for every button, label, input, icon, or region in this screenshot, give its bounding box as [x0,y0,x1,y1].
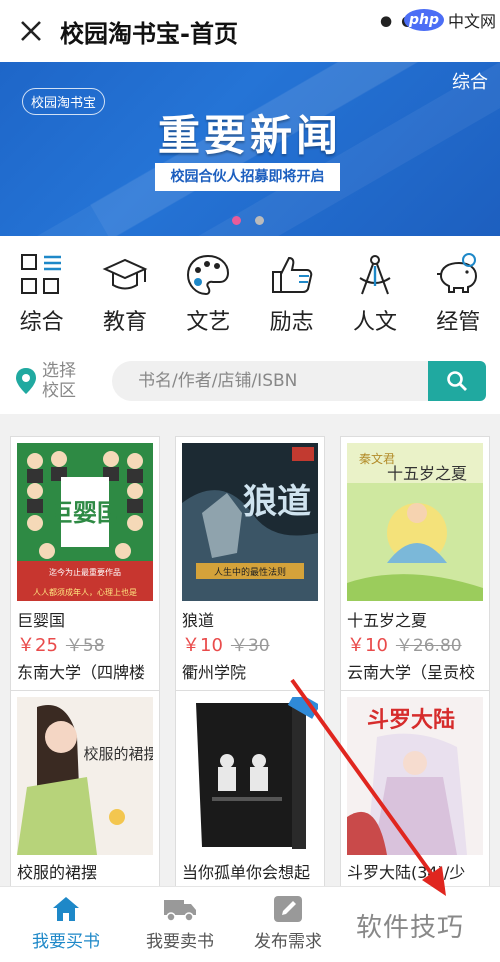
book-title: 十五岁之夏 [347,611,428,630]
cover-title: 十五岁之夏 [387,464,467,483]
thumbs-up-icon [271,256,312,293]
book-grid: 巨婴国 迄今为止最重要作品 人人都须成年人，心理上也是 巨婴国 ￥25 ￥58 东… [0,424,500,890]
location-pin-icon [16,368,36,394]
book-card[interactable]: 狼道 人生中的最性法则 狼道 ￥10 ￥30 衢州学院 [175,436,325,692]
search-button[interactable] [428,361,486,401]
book-original-price: ￥58 [65,636,105,656]
book-cover-image [182,697,318,855]
book-card[interactable]: 当你孤单你会想起 [175,690,325,890]
watermark-badge: php [403,9,444,31]
carousel-dot[interactable] [255,216,264,225]
category-label: 励志 [269,310,314,335]
book-original-price: ￥26.80 [395,636,462,656]
graduation-cap-icon [102,258,148,290]
search-icon [447,371,467,391]
book-prices: ￥10 ￥26.80 [347,631,462,657]
book-title: 巨婴国 [17,611,66,630]
close-button[interactable] [0,0,62,62]
compass-icon [359,255,391,295]
nav-label: 发布需求 [254,932,322,952]
nav-sell-books[interactable]: 我要卖书 [130,895,230,952]
book-price: ￥25 [17,635,58,656]
category-item-jiaoyu[interactable]: 教育 [83,252,166,342]
close-icon [21,21,41,41]
banner-headline: 重要新闻 [157,111,342,160]
category-item-jingguan[interactable]: 经管 [417,252,500,342]
title-bar: 校园淘书宝-首页 ••• php 中文网 [0,0,500,62]
book-cover-image: 狼道 人生中的最性法则 [182,443,318,601]
page-title: 校园淘书宝-首页 [60,19,238,48]
bottom-navigation: 我要买书 我要卖书 发布需求 软件技巧 [0,886,500,962]
home-icon [53,897,79,921]
cover-title: 狼道 [243,482,311,522]
watermark-logo: php 中文网 [403,8,496,32]
book-cover-image: 斗罗大陆 [347,697,483,855]
category-label: 文艺 [186,310,231,335]
nav-post-request[interactable]: 发布需求 [238,895,338,952]
grid-list-icon [20,254,61,294]
book-cover-image: 巨婴国 迄今为止最重要作品 人人都须成年人，心理上也是 [17,443,153,601]
carousel-dots [232,216,264,225]
book-card[interactable]: 秦文君 十五岁之夏 十五岁之夏 ￥10 ￥26.80 云南大学（呈贡校 [340,436,490,692]
category-label: 教育 [102,310,147,335]
search-row: 选择校区 书名/作者/店铺/ISBN [0,352,500,410]
watermark-text: 中文网 [447,12,496,31]
cover-title: 斗罗大陆 [367,708,455,733]
category-label: 人文 [352,310,397,335]
book-school: 衢州学院 [182,663,247,682]
banner-subline: 校园合伙人招募即将开启 [155,163,340,191]
book-cover-image: 秦文君 十五岁之夏 [347,443,483,601]
edit-icon [274,896,302,922]
promo-banner[interactable]: 校园淘书宝 综合 重要新闻 校园合伙人招募即将开启 [0,62,500,236]
book-price: ￥10 [182,635,223,656]
cover-line: 人生中的最性法则 [214,566,286,578]
book-title: 校服的裙摆 [17,863,98,882]
book-prices: ￥25 ￥58 [17,631,105,657]
book-card[interactable]: 巨婴国 迄今为止最重要作品 人人都须成年人，心理上也是 巨婴国 ￥25 ￥58 东… [10,436,160,692]
piggy-bank-icon [437,253,478,293]
category-item-renwen[interactable]: 人文 [333,252,416,342]
book-price: ￥10 [347,635,388,656]
campus-selector[interactable]: 选择校区 [14,361,80,401]
nav-buy-books[interactable]: 我要买书 [16,895,116,952]
book-card[interactable]: 斗罗大陆 斗罗大陆(34)/少 [340,690,490,890]
search-input[interactable]: 书名/作者/店铺/ISBN [112,361,428,401]
watermark-text-bottom: 软件技巧 [356,913,465,943]
book-cover-image: 校服的裙摆 [17,697,153,855]
carousel-dot-active[interactable] [232,216,241,225]
category-item-lizhi[interactable]: 励志 [250,252,333,342]
cover-title: 校服的裙摆 [83,745,153,763]
cover-bottom-line: 人人都须成年人，心理上也是 [33,587,137,597]
truck-icon [164,900,196,922]
nav-label: 我要买书 [32,932,100,952]
category-label: 综合 [19,310,64,335]
campus-selector-label: 选择校区 [42,361,76,401]
book-title: 当你孤单你会想起 [182,863,311,882]
palette-icon [187,254,230,296]
cover-line: 迄今为止最重要作品 [49,567,121,577]
category-bar: 综合 教育 文艺 励志 人文 经管 [0,252,500,342]
section-divider [0,414,500,424]
book-school: 云南大学（呈贡校 [347,663,476,682]
nav-label: 我要卖书 [146,932,214,952]
book-card[interactable]: 校服的裙摆 校服的裙摆 [10,690,160,890]
banner-category-tag: 综合 [452,72,488,93]
category-label: 经管 [436,310,481,335]
category-item-zonghe[interactable]: 综合 [0,252,83,342]
book-school: 东南大学（四牌楼 [17,663,146,682]
cover-title: 巨婴国 [49,499,121,527]
book-prices: ￥10 ￥30 [182,631,270,657]
category-item-wenyi[interactable]: 文艺 [167,252,250,342]
book-title: 狼道 [182,611,215,630]
book-original-price: ￥30 [230,636,270,656]
book-title: 斗罗大陆(34)/少 [347,863,466,882]
